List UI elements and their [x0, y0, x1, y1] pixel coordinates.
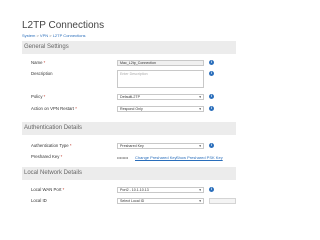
preshared-key-masked: •••••••• [117, 155, 129, 160]
section-local-network-details: Local Network Details [22, 167, 236, 180]
policy-label: Policy * [31, 94, 46, 99]
required-marker: * [69, 143, 72, 148]
required-marker: * [60, 154, 63, 159]
breadcrumb: System > VPN > L2TP Connections [22, 33, 86, 38]
chevron-down-icon: ▾ [199, 95, 201, 99]
page-title: L2TP Connections [22, 20, 105, 31]
breadcrumb-system[interactable]: System [22, 33, 35, 38]
local-id-select[interactable]: Select Local ID ▾ [117, 198, 204, 204]
section-general-settings: General Settings [22, 41, 236, 54]
change-preshared-key-link[interactable]: Change Preshared Key [135, 155, 177, 160]
chevron-down-icon: ▾ [199, 199, 201, 203]
chevron-down-icon: ▾ [199, 107, 201, 111]
action-on-vpn-restart-label: Action on VPN Restart * [31, 106, 77, 111]
info-icon[interactable]: i [209, 187, 214, 192]
chevron-down-icon: ▾ [199, 188, 201, 192]
description-textarea[interactable]: Enter Description [117, 70, 204, 88]
local-wan-port-label: Local WAN Port * [31, 187, 65, 192]
breadcrumb-vpn[interactable]: VPN [40, 33, 48, 38]
section-authentication-details: Authentication Details [22, 122, 236, 135]
name-label: Name * [31, 60, 46, 65]
info-icon[interactable]: i [209, 94, 214, 99]
info-icon[interactable]: i [209, 71, 214, 76]
info-icon[interactable]: i [209, 106, 214, 111]
local-id-label: Local ID [31, 198, 47, 203]
authentication-type-select[interactable]: Preshared Key ▾ [117, 143, 204, 149]
local-id-value-input[interactable] [209, 198, 236, 204]
show-preshared-key-link[interactable]: Show Preshared PSK Key [176, 155, 223, 160]
breadcrumb-current: L2TP Connections [52, 33, 86, 38]
policy-select[interactable]: DefaultL2TP ▾ [117, 94, 204, 100]
required-marker: * [75, 106, 77, 111]
chevron-down-icon: ▾ [199, 144, 201, 148]
required-marker: * [43, 60, 46, 65]
preshared-key-label: Preshared Key * [31, 154, 63, 159]
local-wan-port-select[interactable]: Port2 - 10.1.10.13 ▾ [117, 187, 204, 193]
action-on-vpn-restart-select[interactable]: Respond Only ▾ [117, 106, 204, 112]
info-icon[interactable]: i [209, 60, 214, 65]
description-label: Description [31, 71, 53, 76]
authentication-type-label: Authentication Type * [31, 143, 72, 148]
info-icon[interactable]: i [209, 143, 214, 148]
name-input[interactable]: Mac_L2tp_Connection [117, 60, 204, 66]
required-marker: * [43, 94, 46, 99]
required-marker: * [62, 187, 65, 192]
